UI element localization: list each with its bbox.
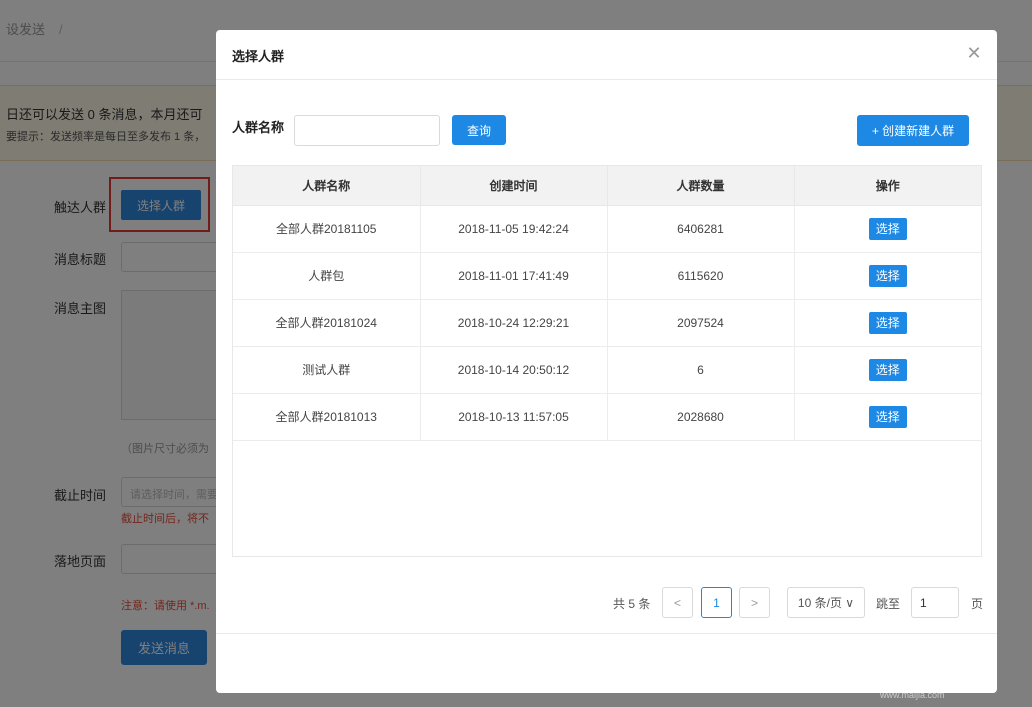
- jump-page-input[interactable]: 1: [911, 587, 959, 618]
- close-icon[interactable]: ✕: [964, 43, 984, 63]
- create-audience-button[interactable]: + 创建新建人群: [857, 115, 969, 146]
- audience-name: 人群包: [233, 252, 421, 300]
- select-row-button[interactable]: 选择: [868, 264, 907, 287]
- table-row: 全部人群20181013 2018-10-13 11:57:05 2028680…: [233, 393, 981, 441]
- action-cell: 选择: [794, 393, 981, 441]
- action-cell: 选择: [794, 205, 981, 253]
- next-page-button[interactable]: >: [739, 587, 770, 618]
- audience-name: 全部人群20181013: [233, 393, 421, 441]
- created-time: 2018-10-13 11:57:05: [420, 393, 608, 441]
- select-row-button[interactable]: 选择: [868, 405, 907, 428]
- query-button[interactable]: 查询: [452, 115, 506, 145]
- created-time: 2018-10-24 12:29:21: [420, 299, 608, 347]
- modal-header: 选择人群 ✕: [216, 30, 997, 80]
- audience-count: 2028680: [607, 393, 795, 441]
- audience-name: 全部人群20181024: [233, 299, 421, 347]
- modal-title: 选择人群: [232, 49, 285, 64]
- created-time: 2018-11-05 19:42:24: [420, 205, 608, 253]
- page-1-button[interactable]: 1: [701, 587, 732, 618]
- column-header-count: 人群数量: [607, 166, 795, 206]
- audience-name: 全部人群20181105: [233, 205, 421, 253]
- column-header-name: 人群名称: [233, 166, 421, 206]
- page-size-select[interactable]: 10 条/页 ∨: [787, 587, 865, 618]
- audience-count: 6406281: [607, 205, 795, 253]
- table-row: 全部人群20181024 2018-10-24 12:29:21 2097524…: [233, 299, 981, 347]
- audience-count: 2097524: [607, 299, 795, 347]
- select-row-button[interactable]: 选择: [868, 358, 907, 381]
- action-cell: 选择: [794, 346, 981, 394]
- table-row: 全部人群20181105 2018-11-05 19:42:24 6406281…: [233, 205, 981, 253]
- audience-count: 6: [607, 346, 795, 394]
- page-unit-label: 页: [971, 597, 984, 611]
- table-header-row: 人群名称 创建时间 人群数量 操作: [233, 166, 981, 206]
- table-row: 测试人群 2018-10-14 20:50:12 6 选择: [233, 346, 981, 394]
- select-row-button[interactable]: 选择: [868, 311, 907, 334]
- pagination-total: 共 5 条: [613, 597, 651, 611]
- created-time: 2018-10-14 20:50:12: [420, 346, 608, 394]
- created-time: 2018-11-01 17:41:49: [420, 252, 608, 300]
- watermark-url: www.maijia.com: [880, 690, 945, 700]
- audience-count: 6115620: [607, 252, 795, 300]
- watermark: 电商运营官: [724, 646, 1014, 692]
- action-cell: 选择: [794, 252, 981, 300]
- prev-page-button[interactable]: <: [662, 587, 693, 618]
- action-cell: 选择: [794, 299, 981, 347]
- jump-label: 跳至: [876, 597, 901, 611]
- audience-name: 测试人群: [233, 346, 421, 394]
- table-row: 人群包 2018-11-01 17:41:49 6115620 选择: [233, 252, 981, 300]
- select-row-button[interactable]: 选择: [868, 217, 907, 240]
- column-header-time: 创建时间: [420, 166, 608, 206]
- search-label: 人群名称: [232, 120, 285, 135]
- audience-name-input[interactable]: [294, 115, 440, 146]
- select-audience-modal: 选择人群 ✕ 人群名称 查询 + 创建新建人群 人群名称 创建时间 人群数量 操…: [216, 30, 997, 693]
- column-header-action: 操作: [794, 166, 981, 206]
- modal-footer-divider: [216, 633, 997, 634]
- audience-table: 人群名称 创建时间 人群数量 操作 全部人群20181105 2018-11-0…: [232, 165, 982, 557]
